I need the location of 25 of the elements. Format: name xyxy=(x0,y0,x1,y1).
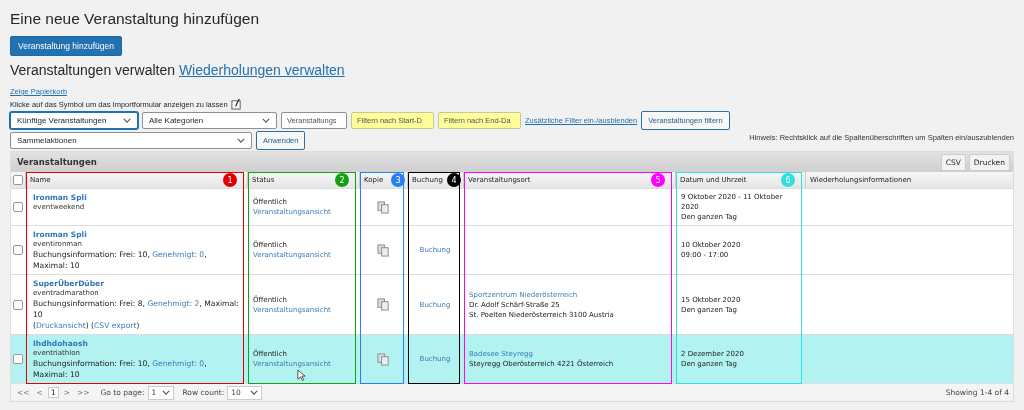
row-checkbox[interactable] xyxy=(13,245,23,255)
add-event-button[interactable]: Veranstaltung hinzufügen xyxy=(10,36,122,56)
select-all-checkbox[interactable] xyxy=(13,175,23,185)
table-row[interactable] xyxy=(11,335,1013,384)
section-heading: Veranstaltungen verwalten xyxy=(10,62,175,78)
dropdown[interactable]: Künftige Veranstaltungen xyxy=(10,112,138,129)
chevron-icon xyxy=(161,390,170,395)
row-checkbox[interactable] xyxy=(13,202,23,212)
panel-title: Veranstaltungen xyxy=(17,157,97,167)
cursor-icon xyxy=(297,369,306,382)
copy-icon[interactable] xyxy=(376,243,390,257)
recurrences-link[interactable]: Wiederholungen verwalten xyxy=(178,62,345,78)
dropdown[interactable]: Alle Kategorien xyxy=(142,112,277,129)
bulk-actions-dropdown[interactable]: Sammelaktionen xyxy=(10,132,252,149)
chevron-icon xyxy=(250,390,259,395)
row-checkbox[interactable] xyxy=(13,299,23,310)
chevron-icon xyxy=(262,118,270,123)
page-title: Eine neue Veranstaltung hinzufügen xyxy=(10,10,261,28)
copy-icon[interactable] xyxy=(376,298,390,311)
copy-icon[interactable] xyxy=(376,200,390,214)
chevron-icon xyxy=(237,138,245,143)
chevron-icon xyxy=(123,118,131,123)
import-icon[interactable] xyxy=(230,98,242,110)
copy-icon[interactable] xyxy=(376,352,390,366)
row-checkbox[interactable] xyxy=(13,354,23,364)
